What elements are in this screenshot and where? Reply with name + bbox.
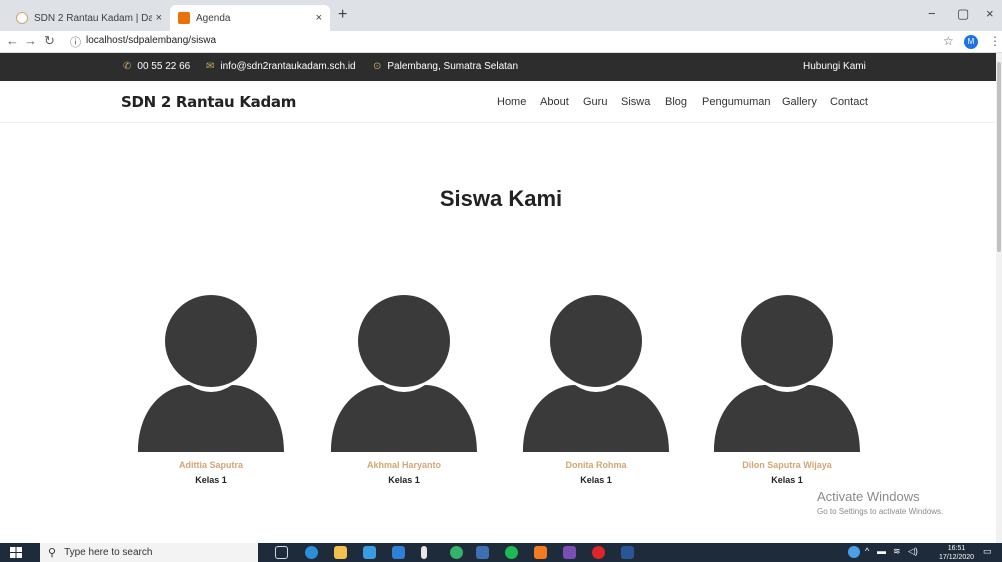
tab-label: SDN 2 Rantau Kadam | Dashboard xyxy=(34,12,152,24)
user-avatar-icon xyxy=(138,295,284,452)
email-text: info@sdn2rantaukadam.sch.id xyxy=(220,61,356,72)
nav-item-gallery[interactable]: Gallery xyxy=(782,96,817,108)
battery-icon[interactable]: ▬ xyxy=(877,546,886,556)
address-bar: ← → ↻ ⓘ localhost/sdpalembang/siswa ☆ M … xyxy=(0,31,1002,53)
profile-avatar[interactable]: M xyxy=(964,35,978,49)
store-icon[interactable] xyxy=(363,546,376,559)
info-icon[interactable]: ⓘ xyxy=(70,34,81,50)
opera-icon[interactable] xyxy=(592,546,605,559)
nav-item-about[interactable]: About xyxy=(540,96,569,108)
student-name[interactable]: Adittia Saputra xyxy=(136,460,286,470)
site-top-bar: ✆ 00 55 22 66 ✉ info@sdn2rantaukadam.sch… xyxy=(0,53,1002,81)
contact-us-link[interactable]: Hubungi Kami xyxy=(803,61,866,72)
location-text: Palembang, Sumatra Selatan xyxy=(387,61,519,72)
nav-item-siswa[interactable]: Siswa xyxy=(621,96,650,108)
wifi-icon[interactable]: ≋ xyxy=(893,546,901,557)
student-class: Kelas 1 xyxy=(771,475,803,485)
windows-taskbar: ⚲ Type here to search ^ ▬ ≋ ◁) 16:51 17/… xyxy=(0,543,1002,562)
user-avatar-icon xyxy=(331,295,477,452)
phone-icon: ✆ xyxy=(123,61,132,72)
student-class: Kelas 1 xyxy=(580,475,612,485)
student-card[interactable]: Adittia Saputra Kelas 1 xyxy=(136,295,286,485)
nav-item-pengumuman[interactable]: Pengumuman xyxy=(702,96,771,108)
email-info: ✉ info@sdn2rantaukadam.sch.id xyxy=(206,61,356,72)
dropbox-icon[interactable] xyxy=(392,546,405,559)
student-class: Kelas 1 xyxy=(388,475,420,485)
browser-tab-bar: SDN 2 Rantau Kadam | Dashboard × Agenda … xyxy=(0,0,1002,31)
browser-tab-dashboard[interactable]: SDN 2 Rantau Kadam | Dashboard × xyxy=(8,5,170,31)
search-placeholder: Type here to search xyxy=(64,547,153,558)
bookmark-star-icon[interactable]: ☆ xyxy=(943,34,954,48)
site-favicon-icon xyxy=(16,12,28,24)
notification-icon[interactable]: ▭ xyxy=(983,546,992,557)
clock-time: 16:51 xyxy=(947,545,966,552)
taskbar-clock[interactable]: 16:51 17/12/2020 xyxy=(939,544,974,562)
student-class: Kelas 1 xyxy=(195,475,227,485)
student-name[interactable]: Dilon Saputra Wijaya xyxy=(712,460,862,470)
volume-icon[interactable]: ◁) xyxy=(908,546,918,557)
user-avatar-icon xyxy=(523,295,669,452)
tab-label: Agenda xyxy=(196,12,231,24)
browser-tab-agenda[interactable]: Agenda × xyxy=(170,5,330,31)
clock-date: 17/12/2020 xyxy=(939,554,975,561)
menu-kebab-icon[interactable]: ⋮ xyxy=(989,34,1001,48)
envelope-icon: ✉ xyxy=(206,61,215,72)
word-icon[interactable] xyxy=(621,546,634,559)
file-explorer-icon[interactable] xyxy=(334,546,347,559)
minimize-button[interactable]: − xyxy=(928,6,936,21)
reload-icon[interactable]: ↻ xyxy=(44,33,55,49)
student-name[interactable]: Donita Rohma xyxy=(521,460,671,470)
calendar-favicon-icon xyxy=(178,12,190,24)
url-field[interactable]: localhost/sdpalembang/siswa xyxy=(86,35,216,46)
student-card[interactable]: Akhmal Haryanto Kelas 1 xyxy=(329,295,479,485)
tray-chevron-icon[interactable]: ^ xyxy=(865,546,869,556)
student-card[interactable]: Donita Rohma Kelas 1 xyxy=(521,295,671,485)
location-pin-icon: ⊙ xyxy=(373,61,382,72)
maximize-button[interactable]: ▢ xyxy=(957,6,969,22)
tab-close-icon[interactable]: × xyxy=(156,12,162,24)
user-avatar-icon xyxy=(714,295,860,452)
maps-app-icon[interactable] xyxy=(450,546,463,559)
nav-item-guru[interactable]: Guru xyxy=(583,96,607,108)
watermark-title: Activate Windows xyxy=(817,489,920,504)
taskbar-search-input[interactable]: ⚲ Type here to search xyxy=(40,543,258,562)
location-info: ⊙ Palembang, Sumatra Selatan xyxy=(373,61,518,72)
site-navbar: SDN 2 Rantau Kadam Home About Guru Siswa… xyxy=(0,81,1002,123)
site-brand-logo[interactable]: SDN 2 Rantau Kadam xyxy=(121,93,296,111)
close-window-button[interactable]: × xyxy=(986,6,994,21)
tab-close-icon[interactable]: × xyxy=(316,12,322,24)
task-view-icon[interactable] xyxy=(275,546,288,559)
new-tab-button[interactable]: + xyxy=(338,6,347,24)
phone-text: 00 55 22 66 xyxy=(137,61,191,72)
search-icon: ⚲ xyxy=(48,547,57,559)
student-card[interactable]: Dilon Saputra Wijaya Kelas 1 xyxy=(712,295,862,485)
nav-item-home[interactable]: Home xyxy=(497,96,526,108)
student-name[interactable]: Akhmal Haryanto xyxy=(329,460,479,470)
page-title: Siswa Kami xyxy=(439,186,563,211)
activate-windows-watermark: Activate Windows Go to Settings to activ… xyxy=(817,489,943,516)
edge-browser-icon[interactable] xyxy=(305,546,318,559)
back-arrow-icon[interactable]: ← xyxy=(6,33,19,48)
forward-arrow-icon[interactable]: → xyxy=(24,33,37,48)
tray-assistant-icon[interactable] xyxy=(848,546,860,558)
windows-start-icon[interactable] xyxy=(10,547,22,558)
phone-info: ✆ 00 55 22 66 xyxy=(123,61,190,72)
watermark-subtitle: Go to Settings to activate Windows. xyxy=(817,507,944,516)
spotify-icon[interactable] xyxy=(505,546,518,559)
xampp-icon[interactable] xyxy=(534,546,547,559)
chrome-icon[interactable] xyxy=(476,546,489,559)
nav-item-blog[interactable]: Blog xyxy=(665,96,687,108)
nav-item-contact[interactable]: Contact xyxy=(830,96,868,108)
lightning-app-icon[interactable] xyxy=(421,546,427,559)
sublime-text-icon[interactable] xyxy=(563,546,576,559)
scrollbar-thumb[interactable] xyxy=(997,62,1001,252)
